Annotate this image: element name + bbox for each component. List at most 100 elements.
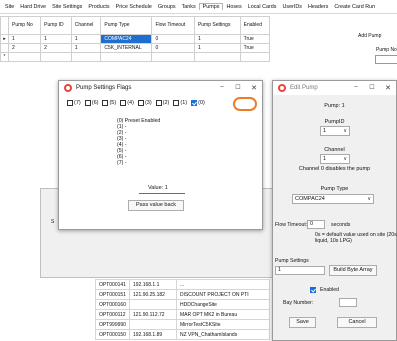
- close-icon[interactable]: ✕: [380, 84, 396, 92]
- col-channel[interactable]: Channel: [70, 16, 102, 35]
- col-pump-no[interactable]: Pump No: [7, 16, 42, 35]
- maximize-icon[interactable]: ☐: [364, 84, 380, 92]
- cell-channel[interactable]: 1: [70, 43, 102, 53]
- edit-titlebar[interactable]: Edit Pump – ☐ ✕: [273, 81, 396, 95]
- cell-site-name[interactable]: NZ VPN_ChathamIslands: [175, 329, 271, 340]
- cell-site-id[interactable]: OPT000141: [95, 279, 130, 290]
- close-icon[interactable]: ✕: [246, 84, 262, 92]
- cell-pump-settings[interactable]: 1: [193, 43, 241, 53]
- cell-site-id[interactable]: OPT000151: [95, 289, 130, 300]
- flag-7-checkbox[interactable]: (7): [67, 100, 81, 106]
- cell-site-id[interactable]: OPT999990: [95, 319, 130, 330]
- flag-5-checkbox[interactable]: (5): [102, 100, 116, 106]
- table-row-new[interactable]: *: [0, 52, 271, 62]
- cell-site-id[interactable]: OPT000112: [95, 309, 130, 320]
- cell-ip[interactable]: 192.168.1.1: [128, 279, 177, 290]
- flag-2-checkbox[interactable]: (2): [155, 100, 169, 106]
- table-row[interactable]: OPT000151 121.90.25.182 DISCOUNT PROJECT…: [95, 289, 271, 300]
- cell-site-name[interactable]: MAR OPT MK2 in Bureau: [175, 309, 271, 320]
- table-row[interactable]: OPT000112 121.90.112.72 MAR OPT MK2 in B…: [95, 309, 271, 320]
- cell-ip[interactable]: 192.168.1.89: [128, 329, 177, 340]
- cell-pump-no[interactable]: 1: [7, 34, 42, 44]
- flag-1-checkbox[interactable]: (1): [173, 100, 187, 106]
- menu-headers[interactable]: Headers: [305, 4, 331, 10]
- cell-pump-settings[interactable]: 1: [193, 34, 241, 44]
- maximize-icon[interactable]: ☐: [230, 84, 246, 92]
- table-row[interactable]: OPT000160 HDDChangeSite: [95, 299, 271, 310]
- pass-value-back-button[interactable]: Pass value back: [128, 200, 184, 211]
- cell-site-name[interactable]: MirrorTestC5KSite: [175, 319, 271, 330]
- table-row[interactable]: OPT000141 192.168.1.1 ...: [95, 279, 271, 290]
- cell-channel[interactable]: 1: [70, 34, 102, 44]
- cancel-button[interactable]: Cancel: [337, 317, 377, 328]
- cell-enabled[interactable]: True: [239, 43, 271, 53]
- pump-no-input[interactable]: [375, 55, 397, 64]
- save-button[interactable]: Save: [289, 317, 316, 328]
- pump-type-select[interactable]: COMPAC24 ∨: [292, 194, 374, 204]
- cell-pump-id[interactable]: 1: [40, 34, 72, 44]
- chevron-down-icon: ∨: [343, 128, 347, 134]
- menu-hard-drive[interactable]: Hard Drive: [17, 4, 49, 10]
- col-enabled[interactable]: Enabled: [239, 16, 271, 35]
- menu-price-schedule[interactable]: Price Schedule: [113, 4, 155, 10]
- cell-empty[interactable]: [40, 52, 72, 62]
- menu-pumps[interactable]: Pumps: [198, 3, 224, 10]
- flags-titlebar[interactable]: Pump Settings Flags – ☐ ✕: [59, 81, 262, 95]
- cell-empty[interactable]: [70, 52, 102, 62]
- flag-6-checkbox[interactable]: (6): [84, 100, 98, 106]
- cell-ip[interactable]: 121.90.112.72: [128, 309, 177, 320]
- menu-site[interactable]: Site: [2, 4, 17, 10]
- flow-timeout-input[interactable]: 0: [307, 220, 325, 229]
- cell-enabled[interactable]: True: [239, 34, 271, 44]
- pump-id-select[interactable]: 1 ∨: [320, 126, 350, 136]
- col-pump-type[interactable]: Pump Type: [100, 16, 153, 35]
- cell-empty[interactable]: [7, 52, 42, 62]
- table-row[interactable]: OPT999990 MirrorTestC5KSite: [95, 319, 271, 330]
- table-row[interactable]: OPT000150 192.168.1.89 NZ VPN_ChathamIsl…: [95, 329, 271, 340]
- col-pump-settings[interactable]: Pump Settings: [193, 16, 241, 35]
- menu-groups[interactable]: Groups: [155, 4, 179, 10]
- cell-site-name[interactable]: HDDChangeSite: [175, 299, 271, 310]
- col-flow-timeout[interactable]: Flow Timeout: [151, 16, 195, 35]
- build-byte-array-button[interactable]: Build Byte Array: [329, 265, 377, 276]
- menu-hoses[interactable]: Hoses: [223, 4, 244, 10]
- pump-no-label: Pump No: [376, 47, 397, 53]
- flag-3-checkbox[interactable]: (3): [137, 100, 152, 106]
- cell-ip[interactable]: [128, 299, 177, 310]
- cell-ip[interactable]: 121.90.25.182: [128, 289, 177, 300]
- cell-ip[interactable]: [128, 319, 177, 330]
- cell-site-id[interactable]: OPT000150: [95, 329, 130, 340]
- col-pump-id[interactable]: Pump ID: [40, 16, 72, 35]
- pump-settings-input[interactable]: 1: [275, 266, 325, 275]
- cell-empty[interactable]: [193, 52, 241, 62]
- cell-pump-type[interactable]: COMPAC24: [100, 34, 153, 44]
- table-row[interactable]: 2 2 1 C5K_INTERNAL 0 1 True: [0, 43, 271, 53]
- flag-4-checkbox[interactable]: (4): [120, 100, 134, 106]
- minimize-icon[interactable]: –: [214, 84, 230, 92]
- bay-number-input[interactable]: [339, 298, 357, 307]
- cell-site-name[interactable]: DISCOUNT PROJECT ON PTI: [175, 289, 271, 300]
- cell-flow-timeout[interactable]: 0: [151, 34, 195, 44]
- cell-empty[interactable]: [151, 52, 195, 62]
- cell-empty[interactable]: [239, 52, 271, 62]
- menu-userids[interactable]: UserIDs: [279, 4, 304, 10]
- cell-flow-timeout[interactable]: 0: [151, 43, 195, 53]
- minimize-icon[interactable]: –: [348, 84, 364, 92]
- menu-site-settings[interactable]: Site Settings: [49, 4, 85, 10]
- menu-tanks[interactable]: Tanks: [179, 4, 199, 10]
- cell-empty[interactable]: [100, 52, 153, 62]
- flag-5-label: (5): [109, 100, 117, 106]
- menu-local-cards[interactable]: Local Cards: [245, 4, 280, 10]
- cell-pump-id[interactable]: 2: [40, 43, 72, 53]
- cell-site-id[interactable]: OPT000160: [95, 299, 130, 310]
- enabled-checkbox[interactable]: Enabled: [310, 287, 339, 293]
- cell-pump-type[interactable]: C5K_INTERNAL: [100, 43, 153, 53]
- menu-create-card-run[interactable]: Create Card Run: [331, 4, 378, 10]
- cell-pump-no[interactable]: 2: [7, 43, 42, 53]
- new-row-indicator: *: [0, 52, 9, 62]
- channel-select[interactable]: 1 ∨: [320, 154, 350, 164]
- table-row[interactable]: ▸ 1 1 1 COMPAC24 0 1 True: [0, 34, 271, 44]
- menu-products[interactable]: Products: [85, 4, 112, 10]
- cell-site-name[interactable]: ...: [175, 279, 271, 290]
- flag-0-checkbox[interactable]: (0): [191, 100, 205, 106]
